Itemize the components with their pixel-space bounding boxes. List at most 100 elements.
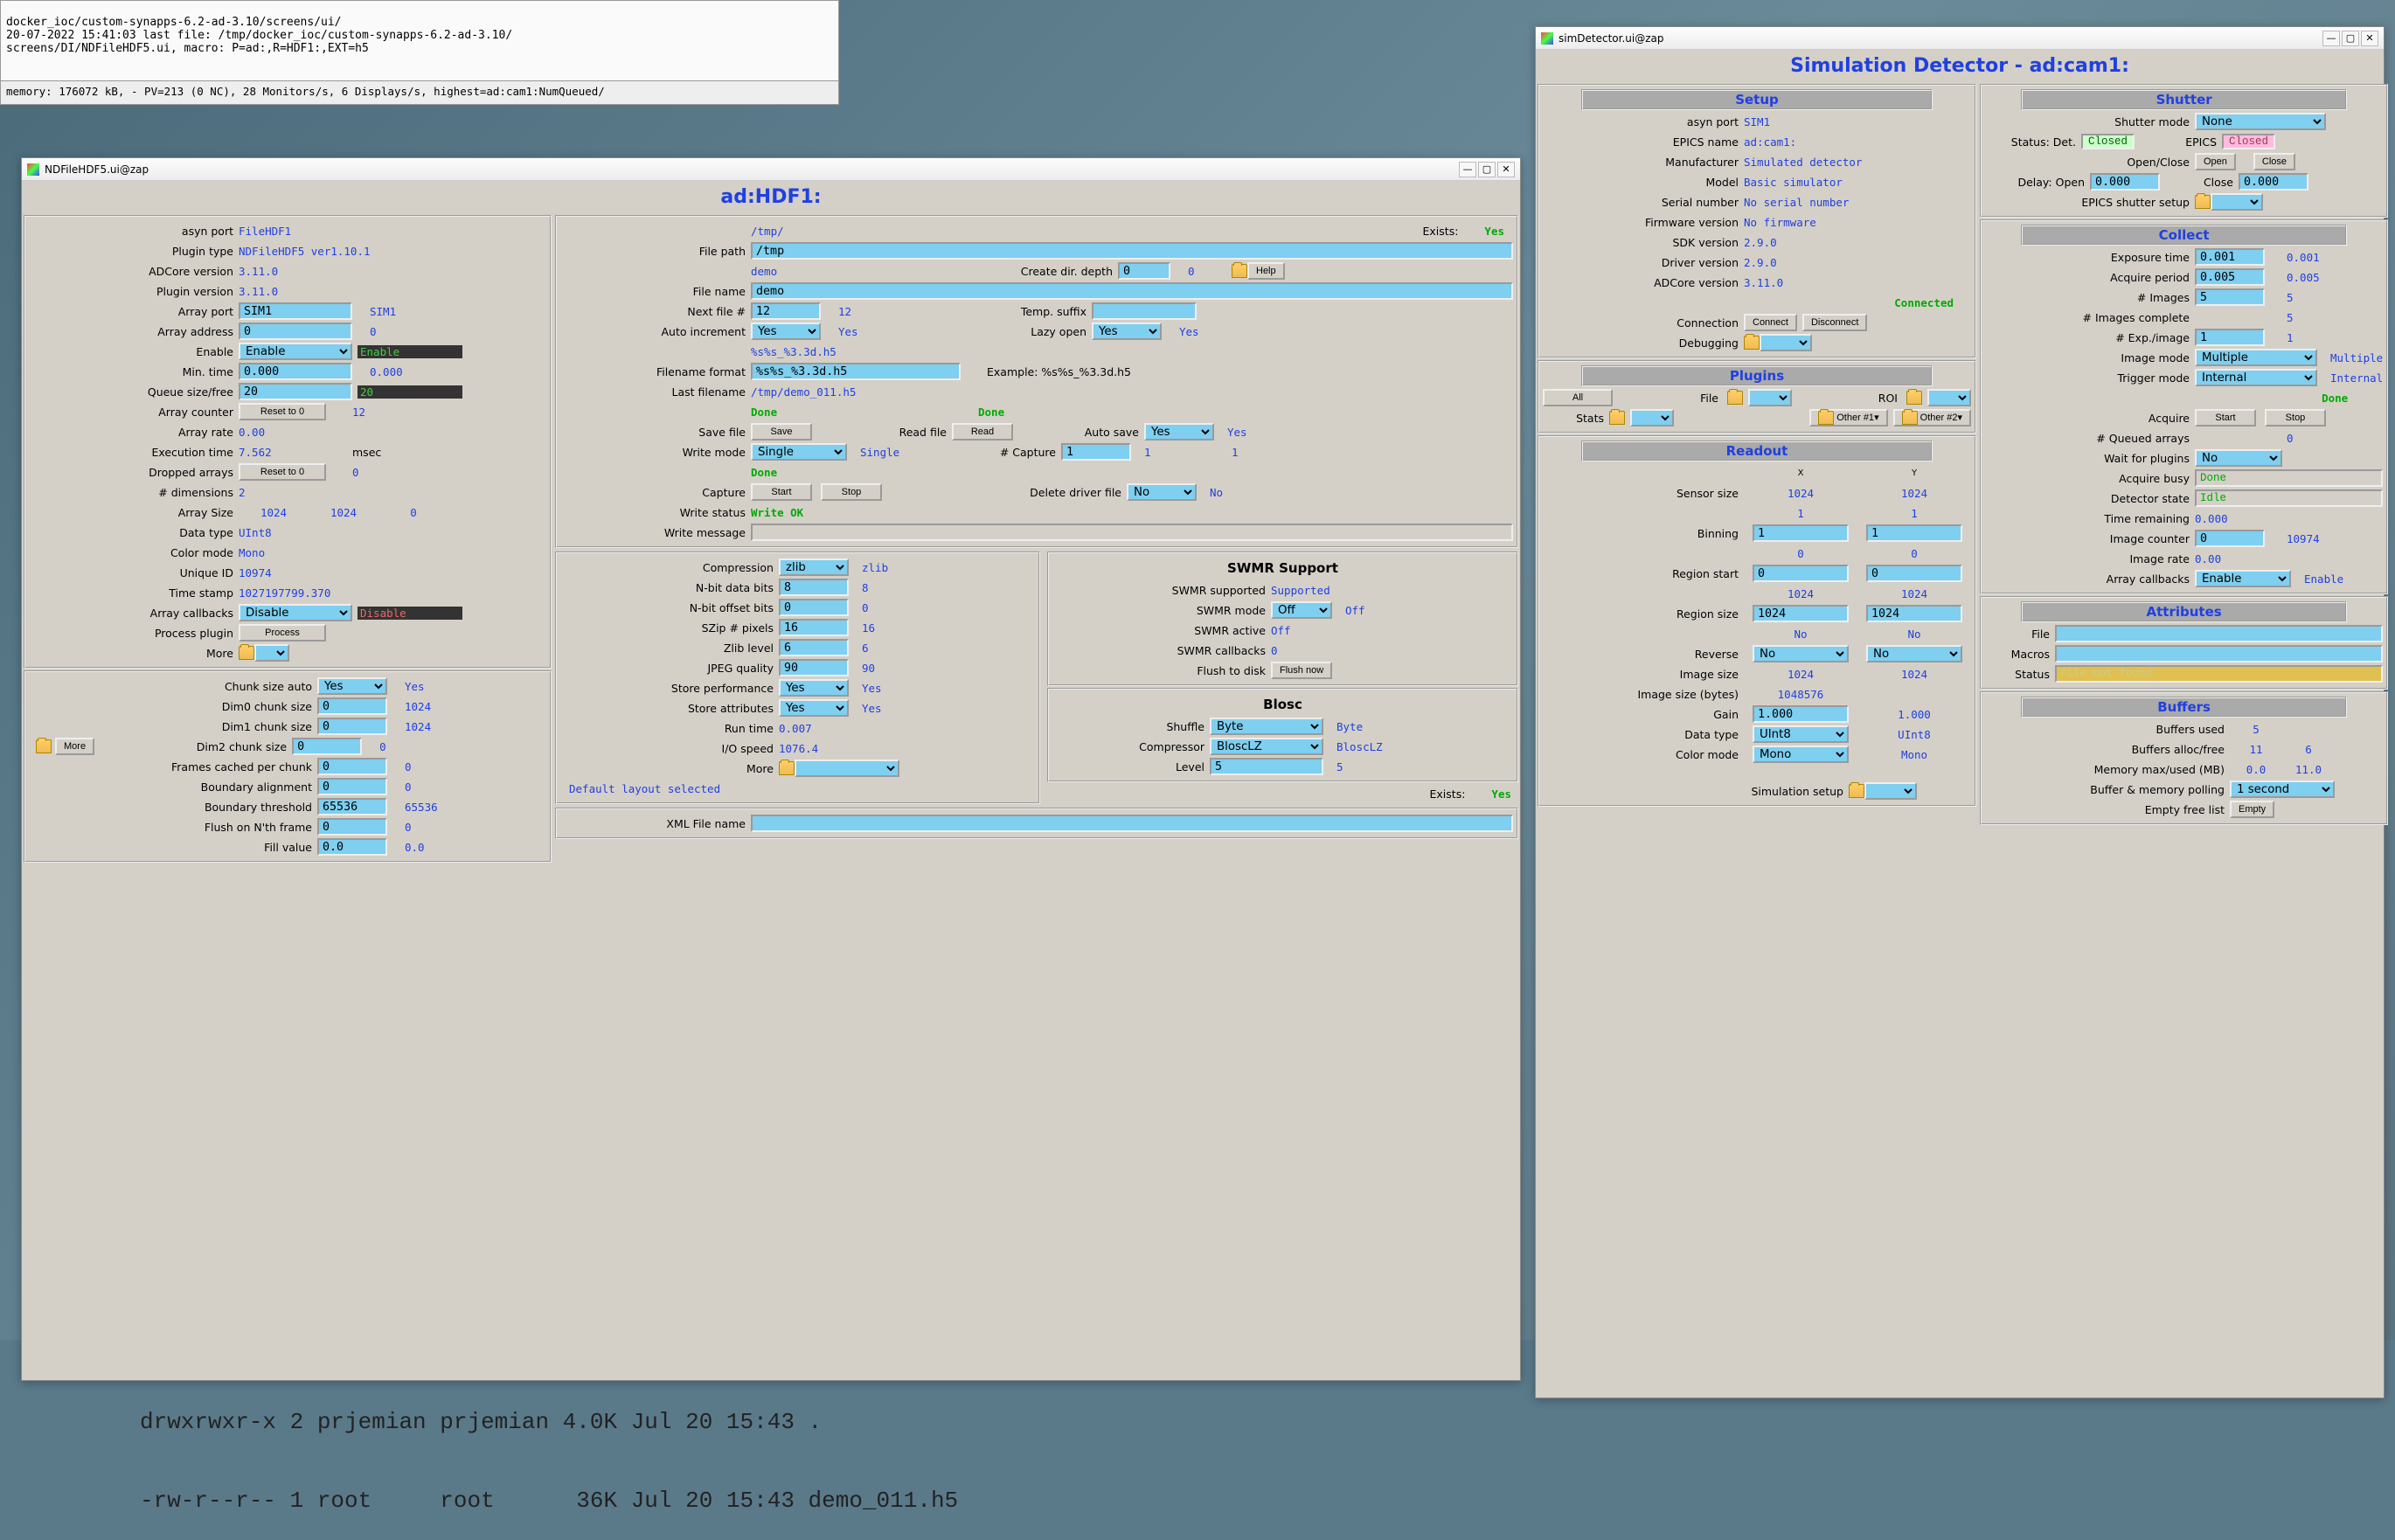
enable-select[interactable]: Enable <box>239 343 352 360</box>
bthresh-input[interactable] <box>317 798 387 815</box>
acb-select[interactable]: Enable <box>2195 570 2291 587</box>
folder-icon[interactable] <box>1232 264 1247 278</box>
rsize-x-input[interactable] <box>1753 605 1849 622</box>
folder-icon[interactable] <box>2195 195 2211 209</box>
dclose-input[interactable] <box>2239 173 2308 191</box>
open-button[interactable]: Open <box>2195 153 2236 170</box>
shuf-select[interactable]: Byte <box>1210 718 1323 735</box>
cdir-input[interactable] <box>1118 262 1170 280</box>
maximize-button[interactable]: ▢ <box>2342 31 2359 46</box>
rs-x-input[interactable] <box>1753 565 1849 582</box>
help-button[interactable]: Help <box>1247 262 1285 280</box>
cap-start-button[interactable]: Start <box>751 483 812 501</box>
maximize-button[interactable]: ▢ <box>1478 162 1496 177</box>
lazy-select[interactable]: Yes <box>1092 323 1162 340</box>
nimg-input[interactable] <box>2195 288 2265 306</box>
fillv-input[interactable] <box>317 838 387 856</box>
folder-icon[interactable] <box>1906 391 1922 405</box>
folder-icon[interactable] <box>36 739 52 753</box>
comp-select[interactable]: zlib <box>779 558 849 576</box>
noff-input[interactable] <box>779 599 849 616</box>
ainc-select[interactable]: Yes <box>751 323 821 340</box>
cap-stop-button[interactable]: Stop <box>821 483 882 501</box>
plugin-stats-select[interactable] <box>1630 409 1674 427</box>
smode-select[interactable]: None <box>2195 113 2326 130</box>
xml-input[interactable] <box>751 815 1513 832</box>
folder-icon[interactable] <box>1609 411 1625 425</box>
nexpi-input[interactable] <box>2195 329 2265 346</box>
empty-button[interactable]: Empty <box>2230 801 2274 818</box>
d0-input[interactable] <box>317 697 387 715</box>
jpegq-input[interactable] <box>779 659 849 676</box>
attr-file-input[interactable] <box>2055 625 2383 642</box>
close-button[interactable]: Close <box>2253 153 2295 170</box>
eshut-select[interactable] <box>2211 193 2263 211</box>
tmode-select[interactable]: Internal <box>2195 369 2317 386</box>
minimize-button[interactable]: — <box>1459 162 1476 177</box>
wmode-select[interactable]: Single <box>751 443 847 461</box>
plugin-all-button[interactable]: All <box>1543 389 1613 406</box>
acb-select[interactable]: Disable <box>239 604 352 621</box>
rev-y-select[interactable]: No <box>1866 645 1962 662</box>
disconnect-button[interactable]: Disconnect <box>1802 314 1867 331</box>
more2-select[interactable] <box>795 760 899 777</box>
folder-icon[interactable] <box>1849 784 1864 798</box>
szip-input[interactable] <box>779 619 849 636</box>
plugin-other1-button[interactable]: Other #1▾ <box>1809 409 1887 427</box>
frames-input[interactable] <box>317 758 387 775</box>
dbg-select[interactable] <box>1760 334 1812 351</box>
ncap-input[interactable] <box>1061 443 1131 461</box>
swmr-mode-select[interactable]: Off <box>1271 601 1332 619</box>
arr-ctr-reset-button[interactable]: Reset to 0 <box>239 403 326 420</box>
fname-input[interactable] <box>751 282 1513 300</box>
gain-input[interactable] <box>1753 705 1849 723</box>
asave-select[interactable]: Yes <box>1144 423 1214 440</box>
close-button[interactable]: ✕ <box>1497 162 1515 177</box>
chunk-auto-select[interactable]: Yes <box>317 677 387 695</box>
plugin-file-select[interactable] <box>1748 389 1792 406</box>
folder-icon[interactable] <box>779 761 795 775</box>
queue-input[interactable] <box>239 383 352 400</box>
connect-button[interactable]: Connect <box>1744 314 1797 331</box>
folder-icon[interactable] <box>1727 391 1743 405</box>
bin-y-input[interactable] <box>1866 524 1962 542</box>
ffmt-input[interactable] <box>751 363 961 380</box>
flushn-input[interactable] <box>317 818 387 836</box>
save-button[interactable]: Save <box>751 423 812 440</box>
titlebar[interactable]: NDFileHDF5.ui@zap — ▢ ✕ <box>22 158 1520 181</box>
rev-x-select[interactable]: No <box>1753 645 1849 662</box>
bcomp-select[interactable]: BloscLZ <box>1210 738 1323 755</box>
array-port-input[interactable] <box>239 302 352 320</box>
process-button[interactable]: Process <box>239 624 326 642</box>
zlev-input[interactable] <box>779 639 849 656</box>
more-button[interactable]: More <box>55 738 94 755</box>
folder-icon[interactable] <box>239 646 254 660</box>
acq-start-button[interactable]: Start <box>2195 409 2256 427</box>
blev-input[interactable] <box>1210 758 1323 775</box>
plugin-roi-select[interactable] <box>1927 389 1971 406</box>
wfp-select[interactable]: No <box>2195 449 2282 467</box>
sattr-select[interactable]: Yes <box>779 699 849 717</box>
d1-input[interactable] <box>317 718 387 735</box>
plugin-other2-button[interactable]: Other #2▾ <box>1893 409 1971 427</box>
ddf-select[interactable]: No <box>1127 483 1197 501</box>
titlebar[interactable]: simDetector.ui@zap — ▢ ✕ <box>1536 27 2384 50</box>
tsuf-input[interactable] <box>1092 302 1197 320</box>
dopen-input[interactable] <box>2090 173 2160 191</box>
nextf-input[interactable] <box>751 302 821 320</box>
cmode-select[interactable]: Mono <box>1753 746 1849 763</box>
ictr-input[interactable] <box>2195 530 2265 547</box>
exp-input[interactable] <box>2195 248 2265 266</box>
attr-macros-input[interactable] <box>2055 645 2383 662</box>
min-time-input[interactable] <box>239 363 352 380</box>
balign-input[interactable] <box>317 778 387 795</box>
simset-select[interactable] <box>1864 782 1917 800</box>
acqp-input[interactable] <box>2195 268 2265 286</box>
nbit-input[interactable] <box>779 579 849 596</box>
more-select[interactable] <box>254 644 289 662</box>
minimize-button[interactable]: — <box>2322 31 2340 46</box>
read-button[interactable]: Read <box>952 423 1013 440</box>
flush-now-button[interactable]: Flush now <box>1271 662 1332 679</box>
bin-x-input[interactable] <box>1753 524 1849 542</box>
imode-select[interactable]: Multiple <box>2195 349 2317 366</box>
